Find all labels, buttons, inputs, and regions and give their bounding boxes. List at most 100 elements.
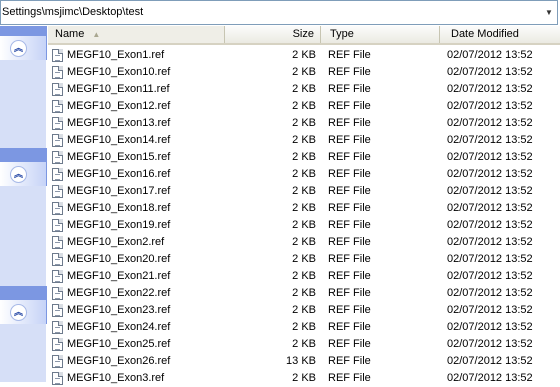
file-type: REF File: [328, 83, 371, 95]
file-size: 2 KB: [292, 185, 316, 197]
file-date-modified: 02/07/2012 13:52: [447, 185, 533, 197]
file-name[interactable]: MEGF10_Exon22.ref: [67, 285, 170, 302]
file-date-modified: 02/07/2012 13:52: [447, 168, 533, 180]
collapse-up-icon[interactable]: ︽: [10, 304, 27, 321]
file-name[interactable]: MEGF10_Exon3.ref: [67, 370, 164, 387]
file-row[interactable]: MEGF10_Exon14.ref 2 KB REF File 02/07/2012 …: [48, 132, 560, 149]
file-size: 2 KB: [292, 338, 316, 350]
file-type: REF File: [328, 100, 371, 112]
ref-file-icon: [52, 134, 63, 147]
ref-file-icon: [52, 321, 63, 334]
file-name[interactable]: MEGF10_Exon14.ref: [67, 132, 170, 149]
file-name[interactable]: MEGF10_Exon21.ref: [67, 268, 170, 285]
file-row[interactable]: MEGF10_Exon25.ref 2 KB REF File 02/07/2012 …: [48, 336, 560, 353]
file-name[interactable]: MEGF10_Exon11.ref: [67, 81, 170, 98]
file-date-modified: 02/07/2012 13:52: [447, 49, 533, 61]
collapse-up-icon[interactable]: ︽: [10, 40, 27, 57]
file-row[interactable]: MEGF10_Exon10.ref 2 KB REF File 02/07/2012 …: [48, 64, 560, 81]
file-row[interactable]: MEGF10_Exon12.ref 2 KB REF File 02/07/2012 …: [48, 98, 560, 115]
file-name[interactable]: MEGF10_Exon19.ref: [67, 217, 170, 234]
task-panel-header-1[interactable]: ︽: [0, 36, 46, 60]
file-row[interactable]: MEGF10_Exon20.ref 2 KB REF File 02/07/2012 …: [48, 251, 560, 268]
file-name[interactable]: MEGF10_Exon15.ref: [67, 149, 170, 166]
file-size: 2 KB: [292, 321, 316, 333]
file-size: 2 KB: [292, 219, 316, 231]
file-type: REF File: [328, 355, 371, 367]
file-row[interactable]: MEGF10_Exon16.ref 2 KB REF File 02/07/2012 …: [48, 166, 560, 183]
file-type: REF File: [328, 151, 371, 163]
file-row[interactable]: MEGF10_Exon22.ref 2 KB REF File 02/07/2012 …: [48, 285, 560, 302]
ref-file-icon: [52, 219, 63, 232]
file-name[interactable]: MEGF10_Exon23.ref: [67, 302, 170, 319]
file-row[interactable]: MEGF10_Exon21.ref 2 KB REF File 02/07/2012 …: [48, 268, 560, 285]
file-row[interactable]: MEGF10_Exon2.ref 2 KB REF File 02/07/2012 1…: [48, 234, 560, 251]
task-pane: ︽ ︽ ︽: [0, 26, 47, 382]
file-row[interactable]: MEGF10_Exon13.ref 2 KB REF File 02/07/2012 …: [48, 115, 560, 132]
file-name[interactable]: MEGF10_Exon13.ref: [67, 115, 170, 132]
file-type: REF File: [328, 219, 371, 231]
file-date-modified: 02/07/2012 13:52: [447, 372, 533, 384]
file-size: 2 KB: [292, 372, 316, 384]
ref-file-icon: [52, 253, 63, 266]
ref-file-icon: [52, 287, 63, 300]
ref-file-icon: [52, 372, 63, 385]
collapse-up-icon[interactable]: ︽: [10, 166, 27, 183]
file-date-modified: 02/07/2012 13:52: [447, 287, 533, 299]
task-panel-body-2: [0, 186, 47, 286]
file-type: REF File: [328, 202, 371, 214]
file-size: 2 KB: [292, 117, 316, 129]
file-name[interactable]: MEGF10_Exon26.ref: [67, 353, 170, 370]
column-header-name[interactable]: Name ▲: [48, 26, 225, 43]
sort-ascending-icon: ▲: [92, 30, 101, 39]
file-name[interactable]: MEGF10_Exon10.ref: [67, 64, 170, 81]
file-name[interactable]: MEGF10_Exon17.ref: [67, 183, 170, 200]
file-type: REF File: [328, 66, 371, 78]
file-type: REF File: [328, 236, 371, 248]
file-row[interactable]: MEGF10_Exon24.ref 2 KB REF File 02/07/2012 …: [48, 319, 560, 336]
file-date-modified: 02/07/2012 13:52: [447, 253, 533, 265]
file-type: REF File: [328, 321, 371, 333]
file-row[interactable]: MEGF10_Exon23.ref 2 KB REF File 02/07/2012 …: [48, 302, 560, 319]
file-date-modified: 02/07/2012 13:52: [447, 321, 533, 333]
ref-file-icon: [52, 236, 63, 249]
file-size: 2 KB: [292, 134, 316, 146]
file-type: REF File: [328, 168, 371, 180]
file-name[interactable]: MEGF10_Exon2.ref: [67, 234, 164, 251]
task-panel-body-3: [0, 324, 47, 382]
file-name[interactable]: MEGF10_Exon18.ref: [67, 200, 170, 217]
file-name[interactable]: MEGF10_Exon1.ref: [67, 47, 164, 64]
file-name[interactable]: MEGF10_Exon25.ref: [67, 336, 170, 353]
address-bar[interactable]: Settings\msjimc\Desktop\test ▼: [0, 0, 558, 25]
file-list[interactable]: Name ▲ Size Type Date Modified MEGF10_Exo…: [48, 26, 560, 385]
file-name[interactable]: MEGF10_Exon12.ref: [67, 98, 170, 115]
file-row[interactable]: MEGF10_Exon1.ref 2 KB REF File 02/07/2012 1…: [48, 47, 560, 64]
file-row[interactable]: MEGF10_Exon26.ref 13 KB REF File 02/07/2012…: [48, 353, 560, 370]
file-type: REF File: [328, 117, 371, 129]
file-row[interactable]: MEGF10_Exon17.ref 2 KB REF File 02/07/2012 …: [48, 183, 560, 200]
file-row[interactable]: MEGF10_Exon3.ref 2 KB REF File 02/07/2012 1…: [48, 370, 560, 387]
file-row[interactable]: MEGF10_Exon11.ref 2 KB REF File 02/07/2012 …: [48, 81, 560, 98]
file-row[interactable]: MEGF10_Exon18.ref 2 KB REF File 02/07/2012 …: [48, 200, 560, 217]
file-size: 2 KB: [292, 253, 316, 265]
file-name[interactable]: MEGF10_Exon20.ref: [67, 251, 170, 268]
file-row[interactable]: MEGF10_Exon15.ref 2 KB REF File 02/07/2012 …: [48, 149, 560, 166]
column-header-size[interactable]: Size: [225, 26, 321, 43]
file-date-modified: 02/07/2012 13:52: [447, 338, 533, 350]
file-date-modified: 02/07/2012 13:52: [447, 355, 533, 367]
file-row[interactable]: MEGF10_Exon19.ref 2 KB REF File 02/07/2012 …: [48, 217, 560, 234]
file-date-modified: 02/07/2012 13:52: [447, 134, 533, 146]
column-header-type[interactable]: Type: [321, 26, 440, 43]
file-type: REF File: [328, 338, 371, 350]
task-panel-header-2[interactable]: ︽: [0, 162, 46, 186]
file-size: 2 KB: [292, 83, 316, 95]
address-path[interactable]: Settings\msjimc\Desktop\test: [2, 6, 143, 18]
column-header-date-modified[interactable]: Date Modified: [440, 26, 560, 43]
task-panel-header-3[interactable]: ︽: [0, 300, 46, 324]
file-name[interactable]: MEGF10_Exon24.ref: [67, 319, 170, 336]
ref-file-icon: [52, 185, 63, 198]
file-name[interactable]: MEGF10_Exon16.ref: [67, 166, 170, 183]
ref-file-icon: [52, 117, 63, 130]
file-date-modified: 02/07/2012 13:52: [447, 304, 533, 316]
address-dropdown-icon[interactable]: ▼: [541, 1, 557, 24]
ref-file-icon: [52, 49, 63, 62]
